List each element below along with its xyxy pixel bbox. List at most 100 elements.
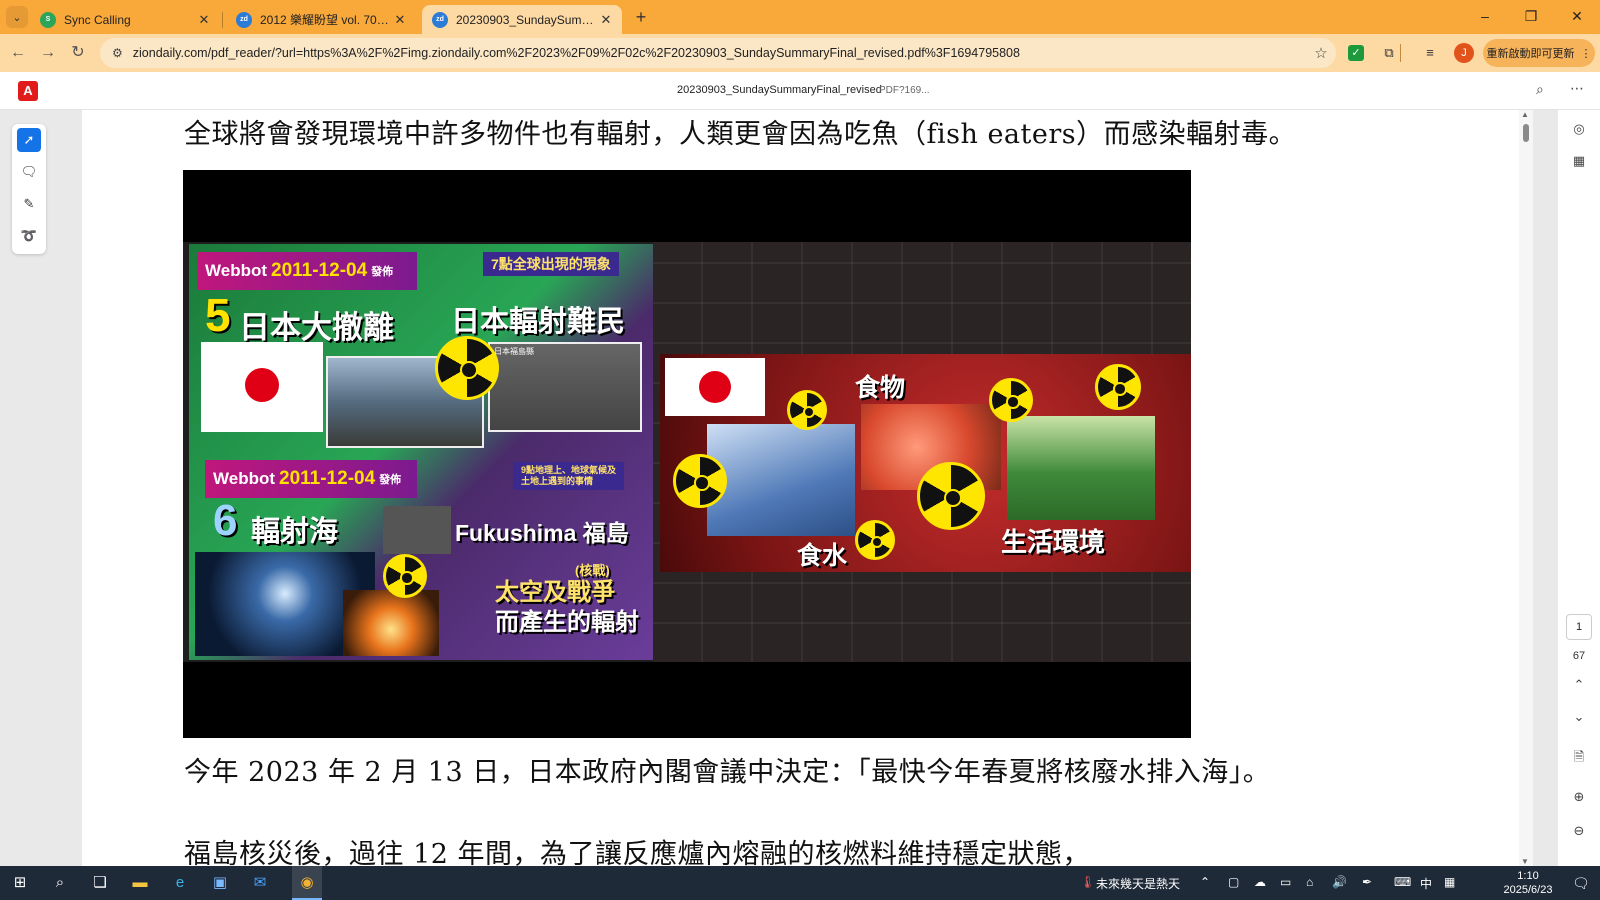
close-tab-icon[interactable]: ✕ bbox=[196, 12, 212, 28]
zoom-out-icon[interactable]: ⊖ bbox=[1568, 820, 1590, 842]
tab-zion-article[interactable]: zd 2012 樂耀盼望 vol. 708 ── 預言 ✕ bbox=[226, 5, 416, 34]
war-radiation-line2: 而產生的輻射 bbox=[495, 609, 639, 636]
item-5-number: 5 bbox=[205, 289, 231, 341]
water-tap-photo bbox=[707, 424, 855, 536]
banner-date: 2011-12-04 bbox=[271, 260, 368, 281]
notification-icon[interactable]: 🗨 bbox=[1572, 875, 1590, 892]
windows-start-icon[interactable]: ⊞ bbox=[8, 871, 32, 895]
ai-assistant-icon[interactable]: ◎ bbox=[1568, 118, 1590, 140]
japan-red-sun bbox=[699, 371, 731, 403]
pdf-file-title: 20230903_SundaySummaryFinal_revised bbox=[677, 84, 882, 96]
more-horizontal-icon[interactable]: ⋯ bbox=[1570, 80, 1584, 97]
vertical-scrollbar[interactable]: ▲ ▼ bbox=[1519, 110, 1533, 866]
water-label: 食水 bbox=[797, 542, 848, 570]
restore-button[interactable]: ❐ bbox=[1508, 0, 1554, 34]
pen-icon[interactable]: ✒ bbox=[1362, 875, 1372, 889]
site-info-icon[interactable]: ⚙ bbox=[112, 46, 123, 60]
restore-icon: ❐ bbox=[1524, 8, 1538, 24]
radiation-icon bbox=[435, 336, 499, 400]
arrow-right-icon: → bbox=[40, 44, 56, 61]
checkmark-extension-icon[interactable]: ✓ bbox=[1348, 45, 1364, 61]
media-queue-icon[interactable]: ≡ bbox=[1420, 43, 1440, 63]
page-up-icon[interactable]: ⌃ bbox=[1568, 674, 1590, 696]
edge-browser-icon[interactable]: e bbox=[168, 871, 192, 895]
refugee-title: 日本輻射難民 bbox=[451, 306, 626, 338]
scroll-down-icon[interactable]: ▼ bbox=[1521, 857, 1529, 866]
reload-button[interactable]: ↻ bbox=[66, 41, 90, 65]
japan-flag bbox=[665, 358, 765, 416]
close-window-button[interactable]: ✕ bbox=[1554, 0, 1600, 34]
webbot-banner-2: Webbot 2011-12-04 發佈 bbox=[205, 460, 417, 498]
search-icon[interactable]: ⌕ bbox=[48, 871, 72, 895]
radiation-icon bbox=[383, 554, 427, 598]
photo-caption: 日本福島縣 bbox=[494, 347, 534, 356]
lasso-icon[interactable]: ➰ bbox=[17, 224, 41, 248]
microsoft-store-icon[interactable]: ▣ bbox=[208, 871, 232, 895]
ime-mode[interactable]: 中 bbox=[1420, 875, 1432, 892]
pdf-viewer: 全球將會發現環境中許多物件也有輻射，人類更會因為吃魚（fish eaters）而… bbox=[0, 110, 1600, 866]
system-clock[interactable]: 1:10 2025/6/23 bbox=[1500, 869, 1556, 897]
keyboard-icon[interactable]: ⌨ bbox=[1394, 875, 1411, 889]
webbot-banner-1: Webbot 2011-12-04 發佈 bbox=[197, 252, 417, 290]
right-rail: ◎ ▦ 1 67 ⌃ ⌄ 🗎 ⊕ ⊖ bbox=[1558, 110, 1600, 866]
search-icon[interactable]: ⌕ bbox=[1536, 81, 1544, 98]
more-vertical-icon: ⋮ bbox=[1580, 47, 1592, 60]
minimize-button[interactable]: – bbox=[1462, 0, 1508, 34]
page-down-icon[interactable]: ⌄ bbox=[1568, 706, 1590, 728]
bookmark-star-icon[interactable]: ☆ bbox=[1306, 44, 1336, 62]
tab-pdf-active[interactable]: zd 20230903_SundaySummaryFinal ✕ bbox=[422, 5, 622, 34]
current-page-input[interactable]: 1 bbox=[1566, 614, 1592, 640]
outlook-icon[interactable]: ✉ bbox=[248, 871, 272, 895]
scroll-thumb[interactable] bbox=[1523, 124, 1529, 142]
banner-suffix: 發佈 bbox=[379, 474, 402, 486]
volume-icon[interactable]: 🔊 bbox=[1332, 875, 1347, 889]
select-cursor-icon[interactable]: ➚ bbox=[17, 128, 41, 152]
profile-avatar[interactable]: J bbox=[1454, 43, 1474, 63]
ziondaily-favicon-icon: zd bbox=[236, 11, 252, 28]
embedded-image: Webbot 2011-12-04 發佈 7點全球出現的現象 5 日本大撤離 日… bbox=[183, 170, 1191, 738]
tab-search-button[interactable]: ⌄ bbox=[6, 6, 28, 28]
scroll-up-icon[interactable]: ▲ bbox=[1521, 110, 1529, 119]
meet-now-icon[interactable]: ▢ bbox=[1228, 875, 1239, 889]
forward-button[interactable]: → bbox=[36, 41, 60, 65]
thumbnails-grid-icon[interactable]: ▦ bbox=[1568, 150, 1590, 172]
reload-icon: ↻ bbox=[71, 44, 85, 61]
update-restart-button[interactable]: 重新啟動即可更新 ⋮ bbox=[1483, 39, 1595, 67]
chrome-browser-icon[interactable]: ◉ bbox=[295, 871, 319, 895]
japan-red-sun bbox=[245, 368, 279, 402]
phenomena-tag: 7點全球出現的現象 bbox=[483, 252, 619, 276]
address-bar[interactable]: ⚙ ziondaily.com/pdf_reader/?url=https%3A… bbox=[100, 38, 1336, 68]
tag-line: 9點地理上、地球氣候及 bbox=[521, 465, 617, 475]
clock-date: 2025/6/23 bbox=[1503, 884, 1553, 896]
pdf-file-suffix: PDF?169... bbox=[879, 85, 930, 96]
close-tab-icon[interactable]: ✕ bbox=[598, 12, 614, 28]
back-button[interactable]: ← bbox=[6, 41, 30, 65]
total-pages: 67 bbox=[1572, 650, 1586, 662]
close-tab-icon[interactable]: ✕ bbox=[392, 12, 408, 28]
chevron-up-icon[interactable]: ⌃ bbox=[1200, 875, 1210, 889]
chevron-down-icon: ⌄ bbox=[12, 11, 22, 24]
tab-sync-calling[interactable]: S Sync Calling ✕ bbox=[30, 5, 220, 34]
battery-icon[interactable]: ▭ bbox=[1280, 875, 1291, 889]
highlight-pen-icon[interactable]: ✎ bbox=[17, 192, 41, 216]
windows-taskbar: ⊞ ⌕ ❏ ▬ e ▣ ✉ ◉ 🌡 未來幾天是熱天 ⌃ ▢ ☁ ▭ ⌂ 🔊 ✒ … bbox=[0, 866, 1600, 900]
zoom-in-icon[interactable]: ⊕ bbox=[1568, 786, 1590, 808]
item-6-title: 輻射海 bbox=[251, 516, 339, 548]
onedrive-cloud-icon[interactable]: ☁ bbox=[1254, 875, 1266, 889]
banner-suffix: 發佈 bbox=[371, 266, 394, 278]
radiation-icon bbox=[917, 462, 985, 530]
ime-layout-icon[interactable]: ▦ bbox=[1444, 875, 1455, 889]
network-icon[interactable]: ⌂ bbox=[1306, 875, 1313, 889]
food-label: 食物 bbox=[855, 374, 906, 402]
extensions-puzzle-icon[interactable]: ⧉ bbox=[1379, 43, 1399, 63]
ziondaily-favicon-icon: zd bbox=[432, 11, 448, 28]
new-tab-button[interactable]: + bbox=[630, 6, 652, 28]
task-view-icon[interactable]: ❏ bbox=[88, 871, 112, 895]
weather-text[interactable]: 未來幾天是熱天 bbox=[1096, 875, 1180, 892]
page-document-icon[interactable]: 🗎 bbox=[1568, 746, 1590, 768]
hazmat-photo: 日本福島縣 bbox=[488, 342, 642, 432]
clock-time: 1:10 bbox=[1517, 870, 1539, 882]
comment-icon[interactable]: 🗨 bbox=[17, 160, 41, 184]
paragraph-top: 全球將會發現環境中許多物件也有輻射，人類更會因為吃魚（fish eaters）而… bbox=[184, 119, 1297, 150]
file-explorer-icon[interactable]: ▬ bbox=[128, 871, 152, 895]
